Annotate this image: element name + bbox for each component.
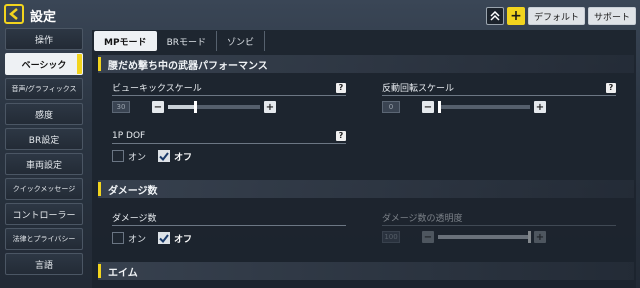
- recoil-value: 0: [382, 101, 400, 113]
- plus-icon: +: [535, 231, 545, 243]
- default-button[interactable]: デフォルト: [527, 7, 585, 25]
- section-hip-fire: 腰だめ撃ち中の武器パフォーマンス: [98, 55, 634, 73]
- collapse-button[interactable]: [485, 7, 504, 25]
- sidebar-item-br-settings[interactable]: BR設定: [5, 128, 83, 150]
- checkmark-icon: [159, 233, 169, 243]
- setting-view-kick: ビューキックスケール ? 30 − +: [112, 80, 346, 114]
- slider-fill: [168, 105, 196, 109]
- mode-tabs: MPモード BRモード ゾンビ: [94, 31, 266, 53]
- tab-zombies[interactable]: ゾンビ: [217, 31, 266, 51]
- minus-icon: −: [423, 101, 433, 113]
- decrement-button[interactable]: −: [422, 101, 434, 113]
- option-label: オン: [128, 234, 147, 245]
- setting-label: ダメージ数の透明度: [382, 214, 463, 224]
- setting-label: 反動回転スケール: [382, 84, 455, 94]
- view-kick-slider[interactable]: [168, 101, 260, 113]
- setting-label: ダメージ数: [112, 214, 157, 224]
- help-icon[interactable]: ?: [606, 82, 616, 93]
- opacity-value: 100: [382, 231, 400, 243]
- opacity-slider: [438, 231, 531, 243]
- view-kick-value: 30: [112, 101, 130, 113]
- dof-on-checkbox[interactable]: [112, 150, 124, 162]
- recoil-slider[interactable]: [438, 101, 530, 113]
- slider-fill: [438, 235, 530, 239]
- back-button[interactable]: [4, 4, 24, 24]
- section-aim: エイム: [98, 262, 634, 280]
- option-label: オン: [128, 152, 147, 163]
- setting-1p-dof: 1P DOF ? オン オフ: [112, 128, 346, 163]
- slider-thumb[interactable]: [438, 101, 441, 113]
- sidebar: 操作 ベーシック 音声/グラフィックス 感度 BR設定 車両設定 クイックメッセ…: [5, 28, 83, 278]
- plus-icon: +: [265, 101, 275, 113]
- increment-button: +: [534, 231, 546, 243]
- sidebar-item-controls[interactable]: 操作: [5, 28, 83, 50]
- setting-label: 1P DOF: [112, 130, 146, 141]
- slider-thumb: [528, 231, 531, 243]
- setting-label: ビューキックスケール: [112, 84, 202, 94]
- sidebar-item-language[interactable]: 言語: [5, 253, 83, 275]
- checkmark-icon: [159, 151, 169, 161]
- sidebar-item-basic[interactable]: ベーシック: [5, 53, 83, 75]
- sidebar-item-controller[interactable]: コントローラー: [5, 203, 83, 225]
- minus-icon: −: [153, 101, 163, 113]
- increment-button[interactable]: +: [264, 101, 276, 113]
- setting-damage-number: ダメージ数 オン オフ: [112, 210, 346, 245]
- sidebar-item-legal-privacy[interactable]: 法律とプライバシー: [5, 228, 83, 250]
- dof-off-checkbox[interactable]: [158, 150, 171, 162]
- slider-thumb[interactable]: [193, 101, 197, 113]
- increment-button[interactable]: +: [534, 101, 546, 113]
- help-icon[interactable]: ?: [336, 82, 346, 93]
- section-damage: ダメージ数: [98, 180, 634, 198]
- damage-on-checkbox[interactable]: [112, 232, 124, 244]
- plus-icon: +: [510, 8, 522, 24]
- sidebar-item-vehicle[interactable]: 車両設定: [5, 153, 83, 175]
- settings-panel: MPモード BRモード ゾンビ 腰だめ撃ち中の武器パフォーマンス ビューキックス…: [92, 30, 636, 288]
- setting-damage-opacity: ダメージ数の透明度 100 − +: [382, 210, 616, 244]
- sidebar-item-audio-graphics[interactable]: 音声/グラフィックス: [5, 78, 83, 100]
- page-title: 設定: [30, 10, 57, 25]
- plus-button[interactable]: +: [506, 7, 525, 25]
- decrement-button: −: [422, 231, 434, 243]
- chevron-left-icon: [9, 8, 18, 20]
- minus-icon: −: [423, 231, 433, 243]
- top-bar: 設定 + デフォルト サポート: [0, 0, 640, 28]
- damage-off-checkbox[interactable]: [158, 232, 171, 244]
- sidebar-item-sensitivity[interactable]: 感度: [5, 103, 83, 125]
- setting-recoil-rotation: 反動回転スケール ? 0 − +: [382, 80, 616, 114]
- plus-icon: +: [535, 101, 545, 113]
- sidebar-item-quick-message[interactable]: クイックメッセージ: [5, 178, 83, 200]
- tab-br[interactable]: BRモード: [157, 31, 217, 51]
- support-button[interactable]: サポート: [587, 7, 636, 25]
- decrement-button[interactable]: −: [152, 101, 164, 113]
- help-icon[interactable]: ?: [336, 130, 346, 141]
- double-chevron-up-icon: [490, 11, 500, 21]
- option-label: オフ: [174, 152, 193, 163]
- option-label: オフ: [174, 234, 193, 245]
- tab-mp[interactable]: MPモード: [94, 31, 157, 51]
